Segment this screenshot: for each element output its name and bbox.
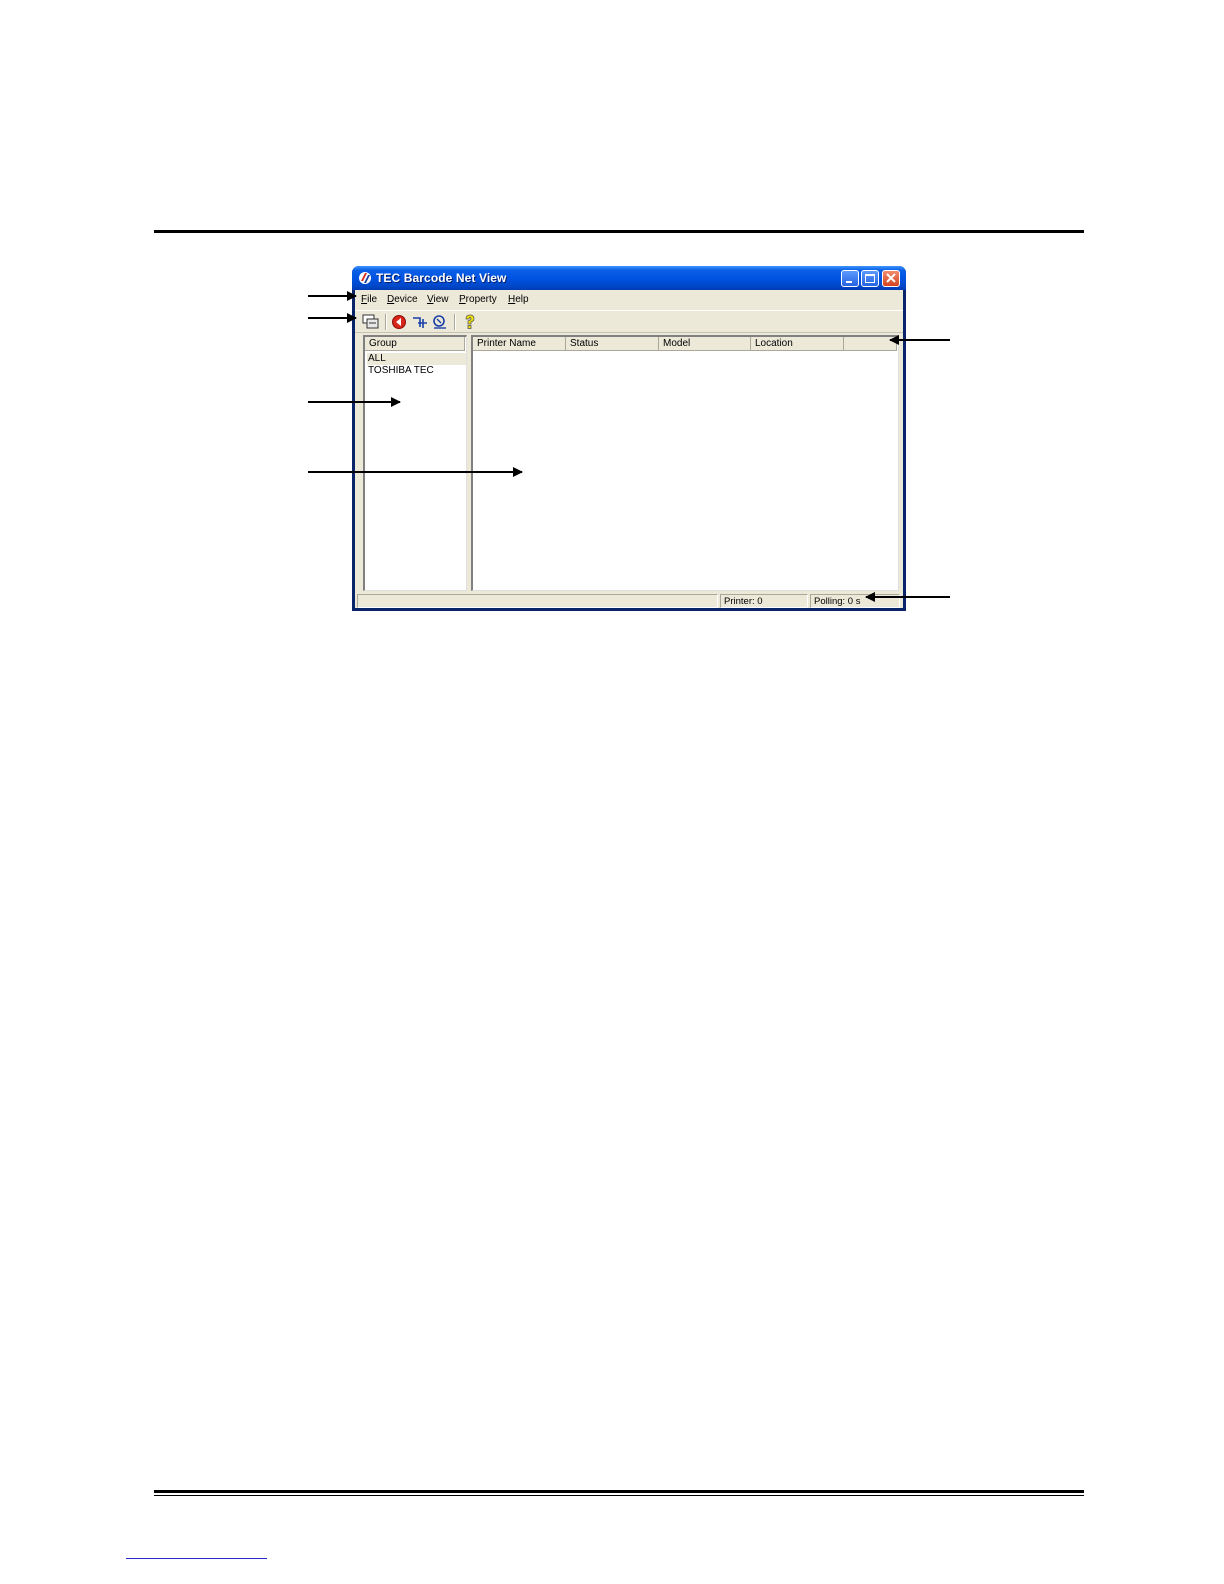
app-logo-icon xyxy=(359,272,371,284)
footer-rule xyxy=(154,1490,1084,1493)
window-title: TEC Barcode Net View xyxy=(376,271,507,285)
footer-link-underline xyxy=(126,1558,267,1559)
footer-rule-thin xyxy=(154,1495,1084,1496)
callout-arrows xyxy=(308,291,950,602)
header-rule xyxy=(154,230,1084,233)
